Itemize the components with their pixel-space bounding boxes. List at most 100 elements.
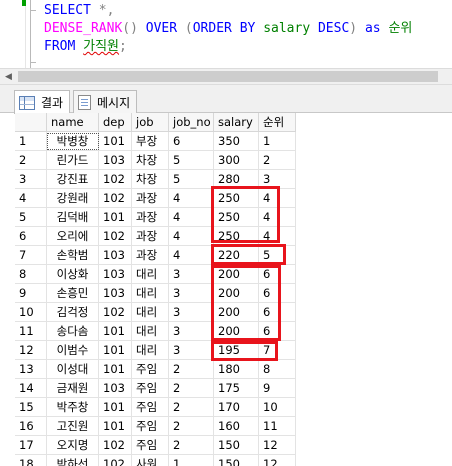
grid-cell[interactable]: 3 (169, 322, 214, 341)
row-number[interactable]: 5 (15, 208, 47, 227)
row-number[interactable]: 13 (15, 360, 47, 379)
table-row[interactable]: 18 박하선 102 사원 1 150 12 (15, 455, 296, 466)
grid-cell[interactable]: 이성대 (47, 360, 99, 379)
grid-cell[interactable]: 과장 (132, 208, 169, 227)
grid-cell[interactable]: 200 (214, 303, 259, 322)
grid-cell[interactable]: 이상화 (47, 265, 99, 284)
grid-cell[interactable]: 5 (259, 246, 296, 265)
column-header[interactable]: job_no (169, 113, 214, 132)
grid-cell[interactable]: 손학범 (47, 246, 99, 265)
grid-cell[interactable]: 1 (169, 455, 214, 466)
row-number[interactable]: 3 (15, 170, 47, 189)
grid-cell[interactable]: 150 (214, 436, 259, 455)
grid-cell[interactable]: 이범수 (47, 341, 99, 360)
grid-cell[interactable]: 4 (169, 246, 214, 265)
table-row[interactable]: 15 박주창 101 주임 2 170 10 (15, 398, 296, 417)
grid-cell[interactable]: 4 (169, 227, 214, 246)
row-number[interactable]: 6 (15, 227, 47, 246)
grid-cell[interactable]: 2 (169, 379, 214, 398)
grid-cell[interactable]: 103 (99, 379, 132, 398)
grid-cell[interactable]: 250 (214, 189, 259, 208)
grid-cell[interactable]: 103 (99, 265, 132, 284)
grid-cell[interactable]: 2 (259, 151, 296, 170)
table-row[interactable]: 8 이상화 103 대리 3 200 6 (15, 265, 296, 284)
grid-cell[interactable]: 101 (99, 322, 132, 341)
grid-cell[interactable]: 대리 (132, 265, 169, 284)
table-row[interactable]: 16 고진원 101 주임 2 160 11 (15, 417, 296, 436)
grid-cell[interactable]: 김덕배 (47, 208, 99, 227)
row-number[interactable]: 8 (15, 265, 47, 284)
row-number[interactable]: 16 (15, 417, 47, 436)
grid-cell[interactable]: 과장 (132, 227, 169, 246)
grid-cell[interactable]: 7 (259, 341, 296, 360)
grid-cell[interactable]: 2 (169, 436, 214, 455)
grid-cell[interactable]: 6 (169, 132, 214, 151)
grid-cell[interactable]: 3 (169, 341, 214, 360)
grid-cell[interactable]: 6 (259, 265, 296, 284)
grid-cell[interactable]: 강진표 (47, 170, 99, 189)
table-row[interactable]: 4 강원래 102 과장 4 250 4 (15, 189, 296, 208)
table-row[interactable]: 7 손학범 103 과장 4 220 5 (15, 246, 296, 265)
grid-cell[interactable]: 손흥민 (47, 284, 99, 303)
grid-cell[interactable]: 6 (259, 284, 296, 303)
grid-cell[interactable]: 102 (99, 303, 132, 322)
sql-editor[interactable]: SELECT *, DENSE_RANK() OVER (ORDER BY sa… (0, 0, 452, 68)
grid-cell[interactable]: 부장 (132, 132, 169, 151)
column-header[interactable]: job (132, 113, 169, 132)
grid-cell[interactable]: 박병창 (47, 132, 99, 151)
grid-cell[interactable]: 과장 (132, 189, 169, 208)
grid-cell[interactable]: 2 (169, 398, 214, 417)
grid-cell[interactable]: 주임 (132, 379, 169, 398)
grid-cell[interactable]: 350 (214, 132, 259, 151)
grid-cell[interactable]: 4 (259, 227, 296, 246)
scroll-thumb[interactable] (18, 71, 438, 82)
row-number[interactable]: 4 (15, 189, 47, 208)
table-row[interactable]: 14 금재원 103 주임 2 175 9 (15, 379, 296, 398)
table-row[interactable]: 12 이범수 101 대리 3 195 7 (15, 341, 296, 360)
grid-cell[interactable]: 101 (99, 341, 132, 360)
grid-cell[interactable]: 10 (259, 398, 296, 417)
grid-cell[interactable]: 3 (169, 303, 214, 322)
grid-cell[interactable]: 1 (259, 132, 296, 151)
row-number[interactable]: 7 (15, 246, 47, 265)
grid-cell[interactable]: 250 (214, 208, 259, 227)
grid-cell[interactable]: 250 (214, 227, 259, 246)
grid-cell[interactable]: 박주창 (47, 398, 99, 417)
grid-cell[interactable]: 6 (259, 322, 296, 341)
row-number[interactable]: 18 (15, 455, 47, 466)
grid-cell[interactable]: 4 (169, 189, 214, 208)
grid-cell[interactable]: 8 (259, 360, 296, 379)
grid-cell[interactable]: 102 (99, 189, 132, 208)
table-row[interactable]: 2 린가드 103 차장 5 300 2 (15, 151, 296, 170)
column-header[interactable]: name (47, 113, 99, 132)
grid-cell[interactable]: 102 (99, 227, 132, 246)
grid-cell[interactable]: 220 (214, 246, 259, 265)
grid-cell[interactable]: 101 (99, 208, 132, 227)
tab-messages[interactable]: 메시지 (73, 90, 138, 113)
grid-cell[interactable]: 대리 (132, 322, 169, 341)
table-row[interactable]: 9 손흥민 103 대리 3 200 6 (15, 284, 296, 303)
grid-cell[interactable]: 150 (214, 455, 259, 466)
grid-cell[interactable]: 3 (169, 265, 214, 284)
grid-cell[interactable]: 4 (259, 208, 296, 227)
grid-cell[interactable]: 주임 (132, 398, 169, 417)
grid-cell[interactable]: 사원 (132, 455, 169, 466)
grid-cell[interactable]: 린가드 (47, 151, 99, 170)
grid-cell[interactable]: 5 (169, 170, 214, 189)
table-row[interactable]: 17 오지명 102 주임 2 150 12 (15, 436, 296, 455)
grid-cell[interactable]: 2 (169, 417, 214, 436)
table-row[interactable]: 10 김걱정 102 대리 3 200 6 (15, 303, 296, 322)
grid-cell[interactable]: 102 (99, 436, 132, 455)
row-number[interactable]: 9 (15, 284, 47, 303)
grid-cell[interactable]: 200 (214, 322, 259, 341)
grid-cell[interactable]: 강원래 (47, 189, 99, 208)
grid-cell[interactable]: 300 (214, 151, 259, 170)
code-line-2[interactable]: DENSE_RANK() OVER (ORDER BY salary DESC)… (44, 20, 412, 38)
grid-cell[interactable]: 195 (214, 341, 259, 360)
grid-cell[interactable]: 대리 (132, 341, 169, 360)
grid-cell[interactable]: 4 (259, 189, 296, 208)
grid-cell[interactable]: 과장 (132, 246, 169, 265)
grid-header-row[interactable]: name dep job job_no salary 순위 (15, 113, 296, 132)
grid-cell[interactable]: 101 (99, 360, 132, 379)
table-row[interactable]: 5 김덕배 101 과장 4 250 4 (15, 208, 296, 227)
